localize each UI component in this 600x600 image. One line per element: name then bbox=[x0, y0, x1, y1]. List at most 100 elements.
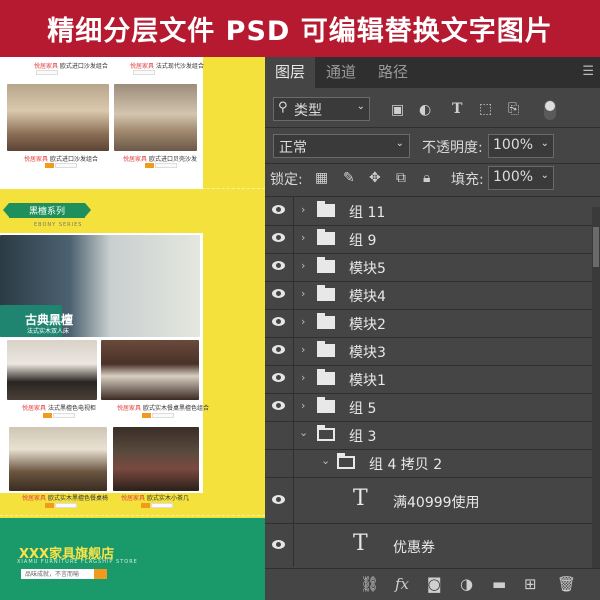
eye-icon[interactable] bbox=[271, 233, 287, 243]
eye-icon[interactable] bbox=[271, 317, 287, 327]
lock-position-icon[interactable]: ✥ bbox=[369, 170, 381, 186]
panel-tabs: 图层 通道 路径 ☰ bbox=[265, 57, 600, 88]
layer-row[interactable]: › 组 11 bbox=[265, 197, 600, 225]
search-icon: ⚲ bbox=[278, 100, 288, 115]
chevron-right-icon[interactable]: › bbox=[301, 371, 305, 384]
layer-name: 组 4 拷贝 2 bbox=[369, 457, 443, 473]
preview-caption: 悦居家具 欧式进口沙发组合 bbox=[34, 63, 108, 70]
layer-name: 组 11 bbox=[349, 205, 386, 221]
eye-icon[interactable] bbox=[271, 289, 287, 299]
filter-toggle[interactable] bbox=[544, 100, 556, 120]
layer-name: 模块2 bbox=[349, 317, 386, 333]
lock-pixels-icon[interactable]: ✎ bbox=[343, 170, 355, 186]
chevron-down-icon[interactable]: ⌄ bbox=[299, 426, 308, 439]
adjustment-icon[interactable]: ◑ bbox=[460, 576, 473, 592]
preview-button bbox=[55, 503, 77, 508]
fx-icon[interactable]: fx bbox=[395, 576, 409, 592]
tab-channels[interactable]: 通道 bbox=[315, 57, 367, 88]
lock-all-icon[interactable]: 🔒︎ bbox=[423, 170, 430, 186]
dining-chairs-image bbox=[9, 427, 107, 491]
layer-row[interactable]: T 满40999使用 bbox=[265, 477, 600, 523]
layer-name: 组 5 bbox=[349, 401, 377, 417]
blend-mode-select[interactable]: 正常 ⌄ bbox=[273, 134, 410, 158]
chevron-down-icon: ⌄ bbox=[356, 101, 365, 112]
mask-icon[interactable]: ◙ bbox=[427, 576, 442, 592]
tab-paths[interactable]: 路径 bbox=[367, 57, 419, 88]
layer-row[interactable]: › 模块2 bbox=[265, 309, 600, 337]
new-group-icon[interactable]: ▬ bbox=[492, 576, 506, 592]
layer-row[interactable]: › 模块1 bbox=[265, 365, 600, 393]
chevron-right-icon[interactable]: › bbox=[301, 203, 305, 216]
lock-label: 锁定: bbox=[270, 172, 303, 188]
chevron-right-icon[interactable]: › bbox=[301, 287, 305, 300]
fill-input[interactable]: 100% ⌄ bbox=[488, 166, 554, 190]
chevron-down-icon: ⌄ bbox=[395, 138, 404, 149]
layer-row[interactable]: › 组 9 bbox=[265, 225, 600, 253]
divider bbox=[265, 127, 600, 128]
layer-name: 模块1 bbox=[349, 373, 386, 389]
folder-open-icon bbox=[317, 425, 335, 441]
folder-icon bbox=[317, 257, 335, 273]
layer-row[interactable]: › 组 5 bbox=[265, 393, 600, 421]
series-subtitle: EBONY SERIES bbox=[34, 222, 83, 228]
store-search-text: 品味成就，不言而喻 bbox=[25, 571, 80, 578]
preview-caption: 悦居家具 欧式实木小茶几 bbox=[121, 495, 189, 502]
filter-kind-select[interactable]: ⚲ 类型 ⌄ bbox=[273, 97, 370, 121]
shape-filter-icon[interactable]: ⬚ bbox=[479, 101, 492, 117]
tv-cabinet-image bbox=[7, 340, 97, 400]
opacity-label: 不透明度: bbox=[422, 140, 483, 156]
layer-row[interactable]: ⌄ 组 4 拷贝 2 bbox=[265, 449, 600, 477]
divider bbox=[265, 163, 600, 164]
preview-caption: 悦居家具 欧式进口贝壳沙发 bbox=[123, 156, 197, 163]
tab-layers[interactable]: 图层 bbox=[265, 57, 315, 88]
layer-row[interactable]: › 模块5 bbox=[265, 253, 600, 281]
chevron-right-icon[interactable]: › bbox=[301, 231, 305, 244]
folder-icon bbox=[317, 397, 335, 413]
preview-button bbox=[53, 413, 75, 418]
preview-button bbox=[43, 413, 52, 418]
dining-set-image bbox=[101, 340, 199, 400]
eye-icon[interactable] bbox=[271, 261, 287, 271]
eye-icon[interactable] bbox=[271, 373, 287, 383]
scrollbar-thumb[interactable] bbox=[593, 227, 599, 267]
folder-icon bbox=[317, 341, 335, 357]
smart-object-filter-icon[interactable]: ⎘ bbox=[508, 101, 519, 117]
opacity-input[interactable]: 100% ⌄ bbox=[488, 134, 554, 158]
series-title: 黑檀系列 bbox=[28, 207, 65, 217]
chevron-right-icon[interactable]: › bbox=[301, 399, 305, 412]
chevron-down-icon: ⌄ bbox=[540, 170, 549, 181]
eye-icon[interactable] bbox=[271, 401, 287, 411]
eye-icon[interactable] bbox=[271, 205, 287, 215]
text-layer-icon: T bbox=[353, 531, 368, 556]
layer-row[interactable]: › 模块4 bbox=[265, 281, 600, 309]
preview-caption: 悦居家具 欧式进口沙发组合 bbox=[24, 156, 98, 163]
link-icon[interactable]: ⛓ bbox=[360, 576, 379, 592]
lock-transparent-icon[interactable]: ▦ bbox=[315, 170, 328, 186]
layer-name: 组 9 bbox=[349, 233, 377, 249]
preview-button bbox=[152, 413, 174, 418]
layer-row[interactable]: ⌄ 组 3 bbox=[265, 421, 600, 449]
lock-artboard-icon[interactable]: ⧉ bbox=[396, 170, 406, 186]
image-filter-icon[interactable]: ▣ bbox=[391, 102, 404, 118]
type-filter-icon[interactable]: T bbox=[452, 101, 462, 117]
store-search-box: 品味成就，不言而喻 bbox=[21, 569, 107, 579]
eye-icon[interactable] bbox=[271, 345, 287, 355]
adjustment-filter-icon[interactable]: ◐ bbox=[419, 102, 431, 118]
chevron-right-icon[interactable]: › bbox=[301, 259, 305, 272]
eye-icon[interactable] bbox=[271, 540, 287, 550]
preview-caption: 悦居家具 法式黑檀色电视柜 bbox=[22, 405, 96, 412]
layers-bottom-toolbar: ⛓ fx ◙ ◑ ▬ ⊞ 🗑︎ bbox=[265, 568, 600, 600]
guide-line bbox=[0, 188, 265, 189]
blend-mode-value: 正常 bbox=[279, 140, 307, 156]
panel-menu-icon[interactable]: ☰ bbox=[582, 64, 594, 79]
chevron-down-icon[interactable]: ⌄ bbox=[321, 454, 330, 467]
series-banner: 黑檀系列 bbox=[3, 203, 91, 218]
layer-row[interactable]: › 模块3 bbox=[265, 337, 600, 365]
eye-icon[interactable] bbox=[271, 495, 287, 505]
chevron-right-icon[interactable]: › bbox=[301, 343, 305, 356]
trash-icon[interactable]: 🗑︎ bbox=[557, 576, 576, 592]
chevron-right-icon[interactable]: › bbox=[301, 315, 305, 328]
side-table-image bbox=[113, 427, 199, 491]
new-layer-icon[interactable]: ⊞ bbox=[524, 576, 537, 592]
layer-row[interactable]: T 优惠券 bbox=[265, 523, 600, 567]
